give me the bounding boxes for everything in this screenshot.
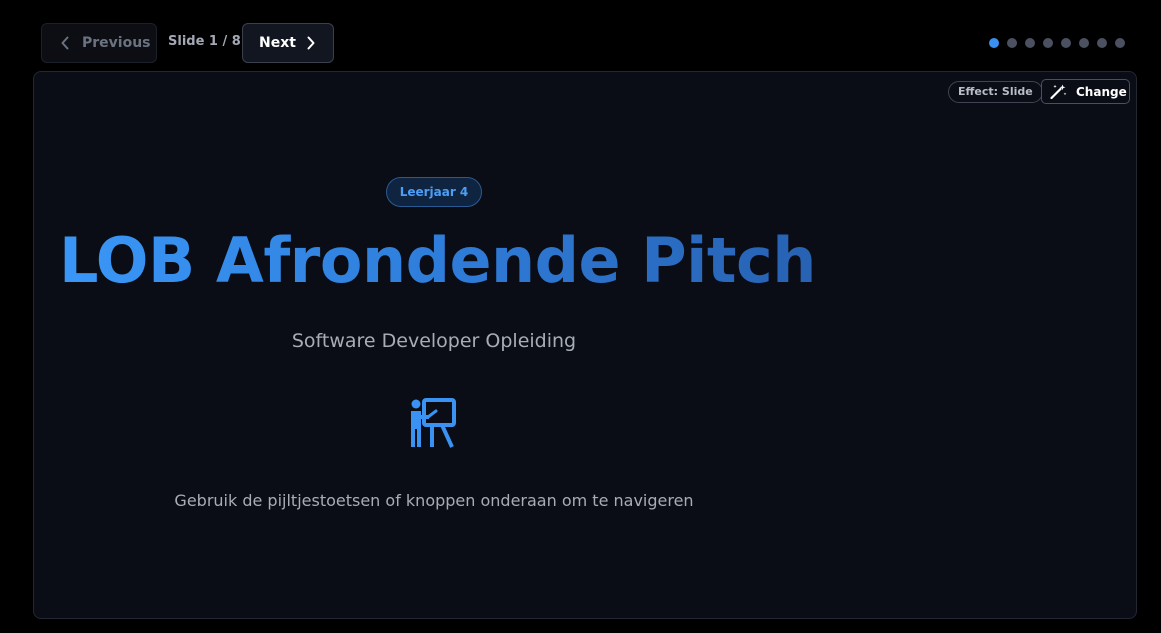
effect-badge: Effect: Slide	[948, 81, 1043, 103]
slide-title: LOB Afrondende Pitch	[59, 230, 819, 292]
slide-dot[interactable]	[1097, 38, 1107, 48]
next-button[interactable]: Next	[242, 23, 334, 63]
previous-button-label: Previous	[82, 35, 151, 51]
slide-dot[interactable]	[1007, 38, 1017, 48]
navigation-hint: Gebruik de pijltjestoetsen of knoppen on…	[174, 491, 694, 510]
slide-dot[interactable]	[1079, 38, 1089, 48]
chevron-left-icon	[61, 36, 69, 50]
slide-dot[interactable]	[1043, 38, 1053, 48]
grade-badge: Leerjaar 4	[386, 177, 482, 207]
slide-dot[interactable]	[1025, 38, 1035, 48]
chevron-right-icon	[307, 36, 315, 50]
previous-button[interactable]: Previous	[41, 23, 157, 63]
slide-panel: Effect: Slide Change Leerjaar 4 LOB Afro…	[33, 71, 1137, 619]
change-effect-button[interactable]: Change	[1041, 79, 1130, 104]
presenter-icon	[411, 398, 456, 448]
slide-progress-dots	[989, 38, 1125, 48]
slide-counter: Slide 1 / 8	[168, 34, 241, 49]
next-button-label: Next	[259, 35, 296, 51]
slide-dot[interactable]	[1115, 38, 1125, 48]
change-button-label: Change	[1076, 84, 1127, 99]
slide-dot[interactable]	[989, 38, 999, 48]
magic-wand-icon	[1050, 84, 1067, 99]
slide-dot[interactable]	[1061, 38, 1071, 48]
slide-navigation-bar: Previous Slide 1 / 8 Next	[0, 0, 1161, 72]
slide-subtitle: Software Developer Opleiding	[291, 330, 577, 352]
